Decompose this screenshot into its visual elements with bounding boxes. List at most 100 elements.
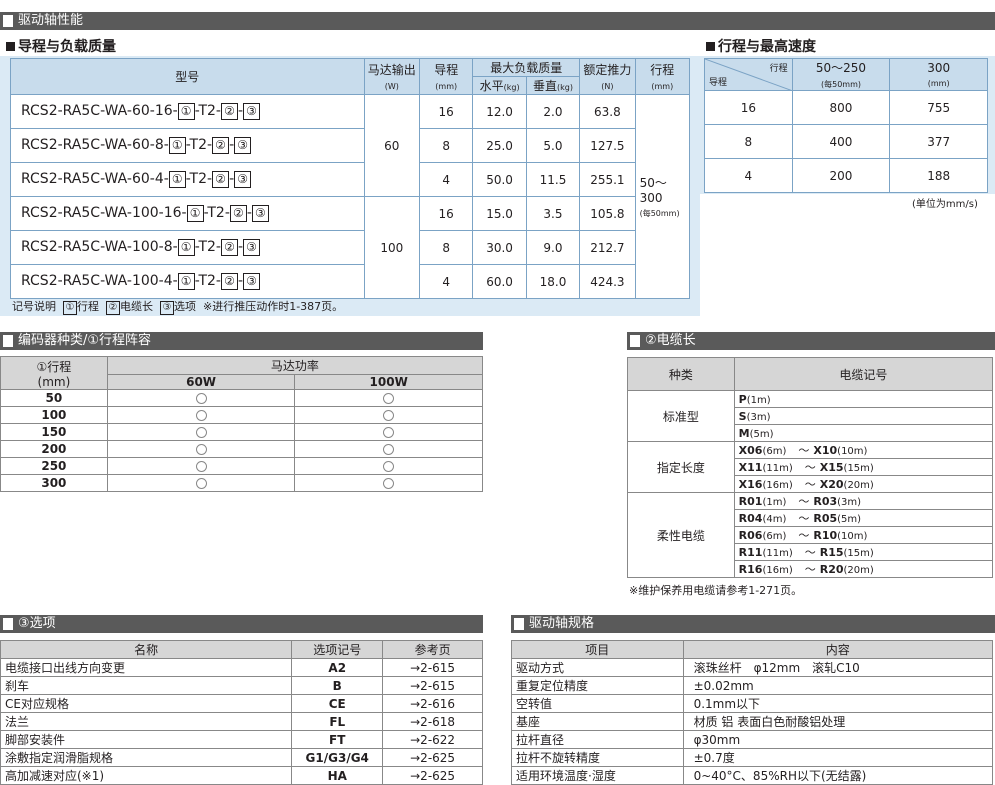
circle-icon: [195, 478, 207, 489]
table-row: 标准型 P(1m): [627, 390, 994, 442]
header-motor-power: 马达功率: [106, 356, 484, 375]
options-table: 名称 选项记号 参考页 电缆接口出线方向变更 A2 →2-615 刹车 B →2-615 C…: [0, 640, 483, 785]
motor-cell: 60: [363, 94, 421, 197]
option-page: →2-615: [382, 658, 483, 677]
table-row: 4 200 188: [704, 158, 988, 193]
header-cable-code: 电缆记号: [733, 357, 994, 391]
banner-spec: 驱动轴规格: [511, 615, 995, 633]
header-thrust: 额定推力 (N): [579, 58, 636, 95]
circle-icon: [195, 461, 207, 472]
option-page: →2-625: [382, 748, 483, 767]
table-row: RCS2-RA5C-WA-100-16- ① -T2- ② - ③ 100 16 15.0 3.5…: [10, 196, 690, 299]
option-code: A2: [291, 658, 384, 677]
cable-code: R16(16m) ～ R20(20m): [733, 560, 994, 578]
speed-table: 行程 导程 50～250 (每50mm) 300 (mm) 16 800 755 8 400…: [704, 58, 988, 193]
stroke-value: 150: [0, 423, 108, 441]
stroke-cell: 50～300 (每50mm): [634, 94, 691, 299]
horizontal-cell: 60.0: [472, 264, 527, 299]
table-row: CE对应规格 CE →2-616: [0, 694, 483, 713]
header-100w: 100W: [294, 374, 483, 390]
table-row: 刹车 B →2-615: [0, 676, 483, 695]
cable-note: ※维护保养用电缆请参考1-271页。: [629, 584, 803, 597]
spec-item: 基座: [511, 712, 684, 731]
table-row: RCS2-RA5C-WA-60-8- ① -T2- ② - ③ 8 25.0 5.0 127.5: [10, 128, 690, 163]
lead-cell: 4: [418, 162, 474, 197]
model-cell: RCS2-RA5C-WA-60-8- ① -T2- ② - ③: [10, 128, 365, 163]
option-code: CE: [291, 694, 384, 713]
option-code: G1/G3/G4: [291, 748, 384, 767]
header-horizontal: 水平(kg): [472, 76, 527, 95]
vertical-cell: 5.0: [525, 128, 581, 163]
header-stroke: 行程 (mm): [634, 58, 691, 95]
banner-encoder: 编码器种类/①行程阵容: [0, 332, 483, 350]
stroke-value: 300: [0, 474, 108, 492]
option-name: 法兰: [0, 712, 293, 731]
model-cell: RCS2-RA5C-WA-60-16- ① -T2- ② - ③: [10, 94, 365, 129]
header-encoder-stroke: ①行程 (mm): [0, 356, 108, 390]
thrust-cell: 63.8: [579, 94, 636, 129]
table-row: 脚部安装件 FT →2-622: [0, 730, 483, 749]
table-row: 100: [0, 406, 483, 424]
cable-code: R11(11m) ～ R15(15m): [733, 543, 994, 561]
banner-cable: ②电缆长: [627, 332, 995, 350]
cable-code: P(1m): [733, 390, 994, 408]
header-50-250: 50～250 (每50mm): [791, 58, 891, 91]
horizontal-cell: 25.0: [472, 128, 527, 163]
section-lead-load: 导程与负载质量: [6, 36, 116, 56]
cable-code: R06(6m) ～ R10(10m): [733, 526, 994, 544]
option-name: 脚部安装件: [0, 730, 293, 749]
speed-cell: 8: [704, 124, 793, 159]
table-row: 150: [0, 423, 483, 441]
table-row: 300: [0, 474, 483, 492]
horizontal-cell: 15.0: [472, 196, 527, 231]
spec-content: 滚珠丝杆 φ12mm 滚轧C10: [682, 658, 994, 677]
circle-icon: [383, 393, 395, 404]
spec-content: φ30mm: [682, 730, 994, 749]
lead-cell: 8: [418, 128, 474, 163]
option-name: CE对应规格: [0, 694, 293, 713]
header-option-name: 名称: [0, 640, 293, 659]
available-mark: [106, 423, 296, 441]
lead-load-table: 型号 马达输出 (W) 导程 (mm) 最大负载质量 额定推力 (N) 行程 (mm) …: [10, 58, 691, 299]
speed-cell: 755: [889, 90, 988, 125]
header-option-code: 选项记号: [291, 640, 384, 659]
cable-table: 种类 电缆记号 标准型 P(1m) S(3m) M(5m) 指定长度 X06(6m) ～ X1…: [627, 357, 994, 578]
available-mark: [294, 474, 483, 492]
header-cable-type: 种类: [627, 357, 735, 391]
header-lead: 导程 (mm): [418, 58, 474, 95]
banner-options: ③选项: [0, 615, 483, 633]
available-mark: [294, 389, 483, 407]
spec-item: 拉杆直径: [511, 730, 684, 749]
table-row: 200: [0, 440, 483, 458]
table-row: RCS2-RA5C-WA-60-16- ① -T2- ② - ③ 60 16 12.0 2.0 63…: [10, 94, 691, 299]
stroke-value: 200: [0, 440, 108, 458]
thrust-cell: 127.5: [579, 128, 636, 163]
stroke-value: 50: [0, 389, 108, 407]
cable-code: R01(1m) ～ R03(3m): [733, 492, 994, 510]
table-row: 指定长度 X06(6m) ～ X10(10m): [627, 441, 994, 493]
lead-cell: 8: [418, 230, 474, 265]
thrust-cell: 105.8: [579, 196, 636, 231]
option-name: 电缆接口出线方向变更: [0, 658, 293, 677]
vertical-cell: 18.0: [525, 264, 581, 299]
banner-drive-performance: 驱动轴性能: [0, 12, 995, 30]
cable-code: X16(16m) ～ X20(20m): [733, 475, 994, 493]
spec-content: ±0.02mm: [682, 676, 994, 695]
table-row: RCS2-RA5C-WA-100-4- ① -T2- ② - ③ 4 60.0 18.0 424.…: [10, 264, 690, 299]
available-mark: [294, 440, 483, 458]
spec-content: ±0.7度: [682, 748, 994, 767]
circle-icon: [383, 461, 395, 472]
spec-item: 空转值: [511, 694, 684, 713]
horizontal-cell: 50.0: [472, 162, 527, 197]
header-300: 300 (mm): [889, 58, 988, 91]
model-cell: RCS2-RA5C-WA-100-8- ① -T2- ② - ③: [10, 230, 365, 265]
horizontal-cell: 30.0: [472, 230, 527, 265]
table-row: 50: [0, 389, 483, 407]
available-mark: [106, 474, 296, 492]
cable-type: 标准型: [627, 390, 735, 442]
legend: 记号说明 ① 行程 ② 电缆长 ③ 选项 ※进行推压动作时1-387页。: [12, 300, 344, 315]
available-mark: [294, 423, 483, 441]
section-stroke-speed: 行程与最高速度: [706, 36, 816, 56]
option-page: →2-618: [382, 712, 483, 731]
spec-table: 项目 内容 驱动方式 滚珠丝杆 φ12mm 滚轧C10 重复定位精度 ±0.02mm 空…: [511, 640, 994, 785]
